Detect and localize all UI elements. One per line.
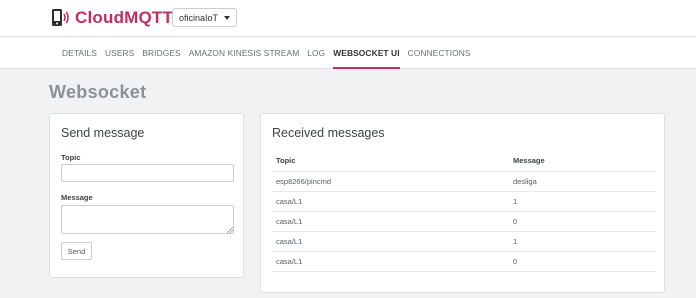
topic-label: Topic: [61, 153, 81, 162]
resize-grip-icon[interactable]: [227, 227, 233, 233]
received-messages-title: Received messages: [272, 126, 385, 140]
column-header-message: Message: [509, 151, 656, 172]
tab-details[interactable]: Details: [62, 38, 97, 69]
row-message: 1: [509, 231, 656, 252]
tab-websocket-ui[interactable]: Websocket UI: [333, 38, 400, 69]
row-topic: casa/L1: [272, 191, 509, 212]
table-row: casa/L1 1: [272, 191, 656, 212]
topic-input[interactable]: [61, 164, 234, 182]
send-button[interactable]: Send: [61, 242, 92, 260]
received-messages-table: Topic Message esp8266/pincmd desliga casa/…: [272, 151, 656, 272]
row-topic: casa/L1: [272, 231, 509, 252]
table-row: esp8266/pincmd desliga: [272, 171, 656, 192]
row-message: 0: [509, 251, 656, 272]
tab-users[interactable]: Users: [105, 38, 134, 69]
send-message-title: Send message: [61, 126, 145, 140]
tab-log[interactable]: Log: [307, 38, 325, 69]
logo[interactable]: CloudMQTT: [50, 7, 173, 29]
row-topic: casa/L1: [272, 251, 509, 272]
instance-select-value: oficinaIoT: [179, 12, 219, 23]
tab-bridges[interactable]: Bridges: [142, 38, 180, 69]
nav-tabs: Details Users Bridges Amazon Kinesis Stream…: [62, 38, 479, 69]
page-title: Websocket: [49, 82, 147, 102]
message-label: Message: [61, 193, 93, 202]
table-header-row: Topic Message: [272, 151, 656, 172]
row-topic: casa/L1: [272, 211, 509, 232]
table-row: casa/L1 0: [272, 211, 656, 232]
row-message: 1: [509, 191, 656, 212]
message-input[interactable]: [61, 205, 234, 234]
row-message: desliga: [509, 171, 656, 192]
tab-amazon-kinesis-stream[interactable]: Amazon Kinesis Stream: [189, 38, 300, 69]
tab-connections[interactable]: Connections: [408, 38, 471, 69]
row-topic: esp8266/pincmd: [272, 171, 509, 192]
caret-down-icon: [224, 15, 231, 20]
table-row: casa/L1 0: [272, 251, 656, 272]
phone-signal-icon: [52, 9, 69, 26]
nav-bar: Details Users Bridges Amazon Kinesis Stream…: [0, 38, 696, 69]
send-message-card: Send message Topic Message Send: [49, 113, 244, 278]
received-messages-card: Received messages Topic Message esp8266/…: [260, 113, 665, 293]
brand-name: CloudMQTT: [75, 8, 174, 27]
row-message: 0: [509, 211, 656, 232]
column-header-topic: Topic: [272, 151, 509, 172]
table-row: casa/L1 1: [272, 231, 656, 252]
instance-select[interactable]: oficinaIoT: [172, 8, 238, 27]
top-bar: CloudMQTT oficinaIoT: [0, 0, 696, 37]
